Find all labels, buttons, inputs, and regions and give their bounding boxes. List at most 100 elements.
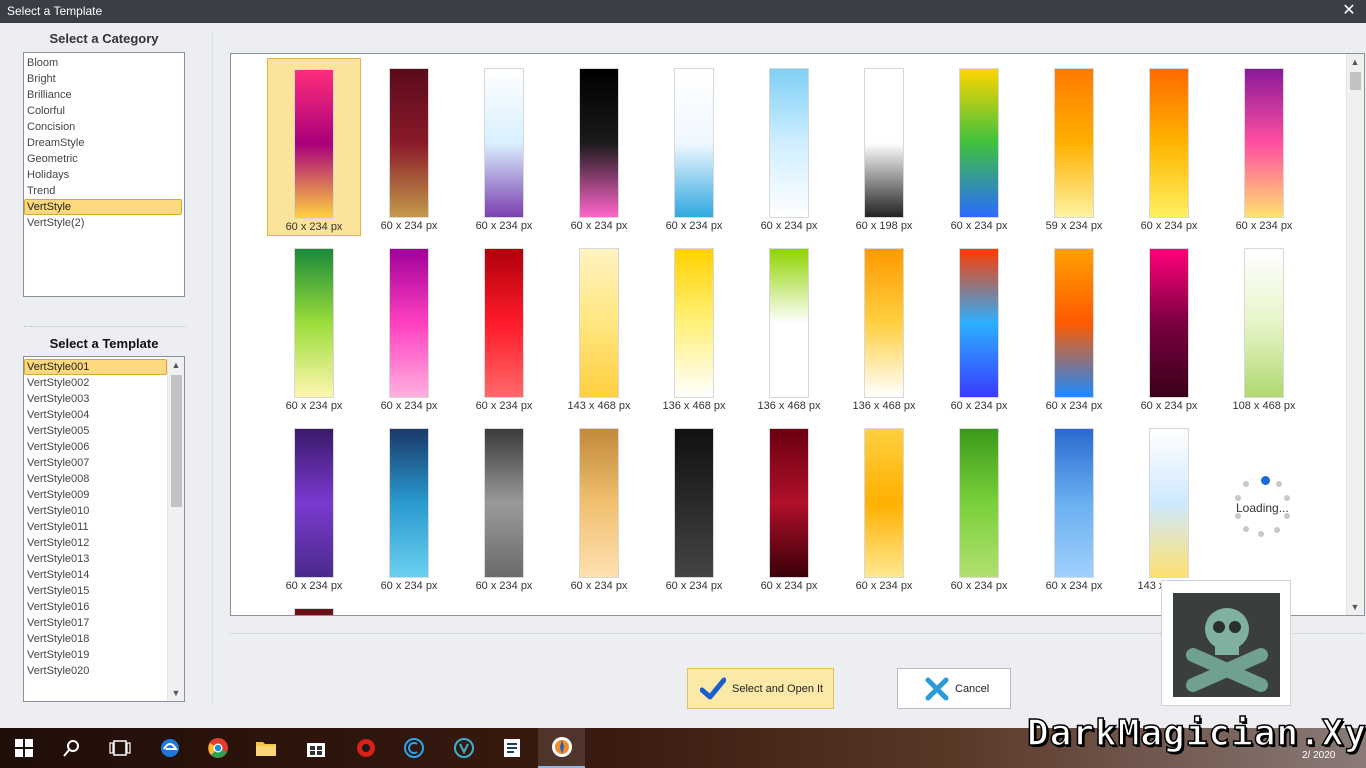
category-item[interactable]: VertStyle — [24, 199, 182, 215]
loading-spinner: Loading... — [1226, 473, 1296, 543]
template-item[interactable]: VertStyle002 — [24, 375, 167, 391]
template-item[interactable]: VertStyle010 — [24, 503, 167, 519]
close-icon[interactable]: ✕ — [1338, 1, 1360, 21]
template-thumbnail[interactable]: 60 x 234 px — [647, 58, 741, 236]
category-item[interactable]: Concision — [24, 119, 184, 135]
template-thumbnail[interactable]: 60 x 234 px — [742, 58, 836, 236]
notepad-icon[interactable] — [488, 728, 535, 768]
template-thumbnail[interactable]: 60 x 234 px — [457, 238, 551, 416]
template-thumbnail[interactable]: 60 x 234 px — [362, 418, 456, 596]
template-list[interactable]: VertStyle001 VertStyle002 VertStyle003 Vert… — [23, 356, 185, 702]
template-thumbnail[interactable]: 60 x 234 px — [1027, 418, 1121, 596]
template-thumbnail[interactable]: 60 x 234 px — [932, 238, 1026, 416]
file-explorer-icon[interactable] — [242, 728, 289, 768]
template-thumbnail[interactable]: 60 x 234 px — [1027, 238, 1121, 416]
c-app-icon[interactable] — [390, 728, 437, 768]
spinner-dot — [1274, 527, 1280, 533]
category-item[interactable]: Bloom — [24, 55, 184, 71]
chrome-browser-icon[interactable] — [194, 728, 241, 768]
thumbnail-size-label: 60 x 234 px — [475, 220, 533, 232]
template-thumbnail[interactable]: 143 x 468 px — [1122, 418, 1216, 596]
template-thumbnail[interactable]: 60 x 234 px — [1122, 58, 1216, 236]
scroll-up-icon[interactable]: ▲ — [1347, 54, 1363, 70]
category-item[interactable]: Colorful — [24, 103, 184, 119]
template-item[interactable]: VertStyle007 — [24, 455, 167, 471]
template-thumbnail[interactable]: 60 x 234 px — [837, 418, 931, 596]
template-item[interactable]: VertStyle005 — [24, 423, 167, 439]
template-thumbnail[interactable]: 136 x 468 px — [837, 238, 931, 416]
category-item[interactable]: Bright — [24, 71, 184, 87]
template-thumbnail[interactable]: 60 x 234 px — [267, 418, 361, 596]
template-thumbnail[interactable]: 60 x 234 px — [362, 238, 456, 416]
template-item[interactable]: VertStyle009 — [24, 487, 167, 503]
category-item[interactable]: Brilliance — [24, 87, 184, 103]
red-app-icon[interactable] — [342, 728, 389, 768]
template-item[interactable]: VertStyle012 — [24, 535, 167, 551]
thumbnail-size-label: 60 x 234 px — [950, 580, 1008, 592]
template-item[interactable]: VertStyle014 — [24, 567, 167, 583]
scroll-thumb[interactable] — [1350, 72, 1361, 90]
category-item[interactable]: Holidays — [24, 167, 184, 183]
select-and-open-button[interactable]: Select and Open It — [687, 668, 834, 709]
task-view-icon[interactable] — [96, 728, 143, 768]
template-item[interactable]: VertStyle015 — [24, 583, 167, 599]
template-item[interactable]: VertStyle003 — [24, 391, 167, 407]
category-list[interactable]: Bloom Bright Brilliance Colorful Concision Dr… — [23, 52, 185, 297]
template-thumbnail[interactable]: 60 x 234 px — [1217, 58, 1311, 236]
v-app-icon[interactable] — [440, 728, 487, 768]
template-thumbnail[interactable]: 60 x 234 px — [647, 418, 741, 596]
template-item[interactable]: VertStyle013 — [24, 551, 167, 567]
template-item[interactable]: VertStyle019 — [24, 647, 167, 663]
template-thumbnail[interactable]: 136 x 468 px — [742, 238, 836, 416]
template-thumbnail[interactable]: 143 x 468 px — [552, 238, 646, 416]
cancel-button[interactable]: Cancel — [897, 668, 1011, 709]
template-thumbnail[interactable]: 60 x 198 px — [837, 58, 931, 236]
template-thumbnail[interactable]: 60 x 234 px — [932, 418, 1026, 596]
template-item[interactable]: VertStyle011 — [24, 519, 167, 535]
template-thumbnail[interactable]: 60 x 234 px — [457, 58, 551, 236]
scroll-up-icon[interactable]: ▲ — [168, 357, 184, 373]
template-thumbnail[interactable]: 108 x 468 px — [1217, 238, 1311, 416]
thumbnail-image — [484, 248, 524, 398]
template-item[interactable]: VertStyle016 — [24, 599, 167, 615]
gallery-scrollbar[interactable]: ▲ ▼ — [1346, 54, 1364, 615]
template-thumbnail[interactable]: 60 x 234 px — [1122, 238, 1216, 416]
windows-start-icon[interactable] — [0, 728, 47, 768]
category-item[interactable]: VertStyle(2) — [24, 215, 184, 231]
scroll-thumb[interactable] — [171, 375, 182, 507]
category-item[interactable]: DreamStyle — [24, 135, 184, 151]
template-item[interactable]: VertStyle001 — [24, 359, 167, 375]
template-thumbnail[interactable]: 60 x 234 px — [552, 58, 646, 236]
template-thumbnail[interactable]: 60 x 234 px — [742, 418, 836, 596]
template-item[interactable]: VertStyle020 — [24, 663, 167, 679]
category-item[interactable]: Geometric — [24, 151, 184, 167]
search-icon[interactable] — [48, 728, 95, 768]
template-thumbnail[interactable]: 60 x 234 px — [932, 58, 1026, 236]
template-item[interactable]: VertStyle004 — [24, 407, 167, 423]
edge-browser-icon[interactable] — [146, 728, 193, 768]
thumbnail-size-label: 108 x 468 px — [1232, 400, 1296, 412]
category-item[interactable]: Trend — [24, 183, 184, 199]
template-thumbnail[interactable]: 60 x 234 px — [267, 238, 361, 416]
active-app-icon[interactable] — [538, 728, 585, 768]
store-icon[interactable] — [292, 728, 339, 768]
template-thumbnail[interactable]: 60 x 234 px — [457, 418, 551, 596]
spinner-dot — [1276, 481, 1282, 487]
template-item[interactable]: VertStyle017 — [24, 615, 167, 631]
thumbnail-size-label: 60 x 234 px — [285, 400, 343, 412]
template-item[interactable]: VertStyle018 — [24, 631, 167, 647]
template-thumbnail[interactable]: 60 x 234 px — [362, 58, 456, 236]
template-thumbnail[interactable]: 136 x 468 px — [647, 238, 741, 416]
template-thumbnail[interactable]: 59 x 234 px — [1027, 58, 1121, 236]
scroll-down-icon[interactable]: ▼ — [1347, 599, 1363, 615]
template-gallery[interactable]: 60 x 234 px 60 x 234 px 60 x 234 px 60 x 23… — [230, 53, 1365, 616]
template-thumbnail[interactable] — [267, 598, 361, 615]
template-item[interactable]: VertStyle006 — [24, 439, 167, 455]
template-thumbnail[interactable]: 60 x 234 px — [552, 418, 646, 596]
thumbnail-image — [1244, 248, 1284, 398]
scroll-down-icon[interactable]: ▼ — [168, 685, 184, 701]
thumbnail-size-label: 143 x 468 px — [567, 400, 631, 412]
template-item[interactable]: VertStyle008 — [24, 471, 167, 487]
template-list-scrollbar[interactable]: ▲ ▼ — [167, 357, 184, 701]
template-thumbnail[interactable]: 60 x 234 px — [267, 58, 361, 236]
